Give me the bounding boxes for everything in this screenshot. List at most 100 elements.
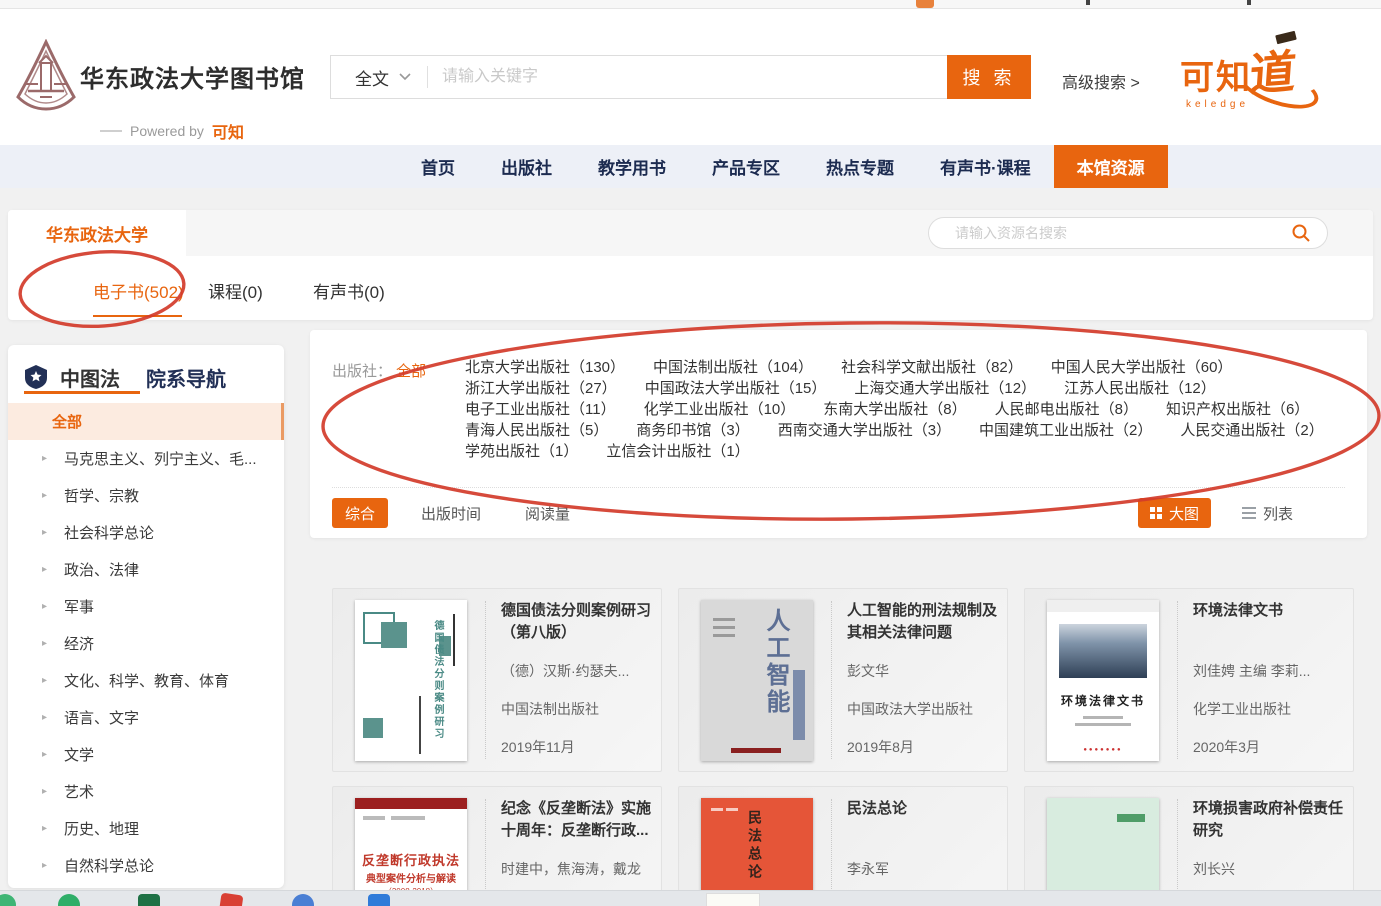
category-item[interactable]: ▸马克思主义、列宁主义、毛... <box>8 440 284 477</box>
category-item[interactable]: ▸自然科学总论 <box>8 847 284 884</box>
category-item[interactable]: ▸经济 <box>8 625 284 662</box>
resource-search-input[interactable] <box>955 225 1291 241</box>
search-input[interactable] <box>428 56 947 98</box>
search-icon[interactable] <box>1291 223 1311 243</box>
search-scope-value: 全文 <box>355 65 389 90</box>
view-large-button[interactable]: 大图 <box>1138 498 1211 528</box>
browser-icon-fragment <box>1086 0 1090 5</box>
taskbar-app-icon[interactable] <box>58 894 80 906</box>
category-label: 政治、法律 <box>64 559 139 580</box>
nav-item-hot-topics[interactable]: 热点专题 <box>803 145 917 188</box>
chevron-right-icon: ▸ <box>42 638 47 649</box>
sort-comprehensive[interactable]: 综合 <box>332 498 388 528</box>
taskbar-window-preview[interactable] <box>706 893 760 906</box>
category-item[interactable]: ▸文学 <box>8 736 284 773</box>
book-title: 人工智能的刑法规制及其相关法律问题 <box>847 600 999 644</box>
book-publisher: 中国法制出版社 <box>501 699 653 719</box>
nav-item-product-zone[interactable]: 产品专区 <box>689 145 803 188</box>
book-publisher: 化学工业出版社 <box>1193 699 1345 719</box>
category-label: 文化、科学、教育、体育 <box>64 670 229 691</box>
chevron-right-icon: ▸ <box>42 749 47 760</box>
category-item[interactable]: ▸艺术 <box>8 773 284 810</box>
tab-audiobooks[interactable]: 有声书(0) <box>313 278 385 303</box>
taskbar-app-icon[interactable] <box>219 893 244 906</box>
sort-read-count[interactable]: 阅读量 <box>512 498 583 528</box>
tab-ebooks[interactable]: 电子书(502) <box>93 278 184 303</box>
publisher-filter[interactable]: 中国建筑工业出版社（2） <box>979 423 1152 439</box>
category-label: 语言、文字 <box>64 707 139 728</box>
org-tab[interactable]: 华东政法大学 <box>8 210 186 256</box>
resource-search-box[interactable] <box>928 217 1328 249</box>
category-item-all[interactable]: 全部 <box>8 403 284 440</box>
cover-title: 德国债法分则案例研习 <box>430 620 445 740</box>
publisher-filter[interactable]: 立信会计出版社（1） <box>606 444 749 460</box>
publisher-filter[interactable]: 中国法制出版社（104） <box>653 360 813 376</box>
browser-icon-fragment <box>1247 0 1251 5</box>
main-nav: 首页 出版社 教学用书 产品专区 热点专题 有声书·课程 本馆资源 <box>0 145 1381 188</box>
book-card[interactable]: 人工智能 人工智能的刑法规制及其相关法律问题 彭文华 中国政法大学出版社 201… <box>678 588 1008 772</box>
book-title: 民法总论 <box>847 798 999 820</box>
chevron-right-icon: ▸ <box>42 453 47 464</box>
category-item[interactable]: ▸历史、地理 <box>8 810 284 847</box>
book-date: 2020年3月 <box>1193 737 1345 757</box>
book-cover: 德国债法分则案例研习 <box>355 600 467 761</box>
taskbar-app-icon[interactable] <box>368 894 390 906</box>
cover-title: 反垄断行政执法 <box>355 850 467 869</box>
category-item[interactable]: ▸语言、文字 <box>8 699 284 736</box>
book-card[interactable]: 德国债法分则案例研习 德国债法分则案例研习（第八版） （德）汉斯·约瑟夫... … <box>332 588 662 772</box>
category-item[interactable]: ▸文化、科学、教育、体育 <box>8 662 284 699</box>
category-item[interactable]: ▸政治、法律 <box>8 551 284 588</box>
category-item[interactable]: ▸数理科学和化学 <box>8 884 284 888</box>
category-item[interactable]: ▸哲学、宗教 <box>8 477 284 514</box>
book-card[interactable]: 反垄断行政执法 典型案件分析与解读 （2008-2018） 纪念《反垄断法》实施… <box>332 786 662 906</box>
nav-item-publishers[interactable]: 出版社 <box>478 145 575 188</box>
search-button[interactable]: 搜 索 <box>947 55 1031 99</box>
publisher-filter[interactable]: 北京大学出版社（130） <box>465 360 625 376</box>
publisher-filter-all[interactable]: 全部 <box>396 360 426 381</box>
publisher-filter[interactable]: 浙江大学出版社（27） <box>465 381 617 397</box>
cover-title: 环境法律文书 <box>1047 692 1159 709</box>
publisher-filter[interactable]: 青海人民出版社（5） <box>465 423 608 439</box>
book-card[interactable]: H 环境损害 政府补偿责任研究 环境损害政府补偿责任研究 刘长兴 <box>1024 786 1354 906</box>
publisher-filter[interactable]: 社会科学文献出版社（82） <box>841 360 1023 376</box>
publisher-filter[interactable]: 化学工业出版社（10） <box>644 402 796 418</box>
publisher-filter[interactable]: 上海交通大学出版社（12） <box>854 381 1036 397</box>
book-author: 刘佳娉 主编 李莉... <box>1193 661 1345 681</box>
book-card[interactable]: 民法总论 民法总论 李永军 <box>678 786 1008 906</box>
nav-item-home[interactable]: 首页 <box>398 145 478 188</box>
publisher-filter[interactable]: 商务印书馆（3） <box>636 423 749 439</box>
category-item[interactable]: ▸军事 <box>8 588 284 625</box>
category-label: 历史、地理 <box>64 818 139 839</box>
publisher-filter[interactable]: 江苏人民出版社（12） <box>1064 381 1216 397</box>
sort-publish-date[interactable]: 出版时间 <box>408 498 494 528</box>
taskbar-app-icon[interactable] <box>292 894 314 906</box>
publisher-filter[interactable]: 知识产权出版社（6） <box>1166 402 1309 418</box>
tab-courses[interactable]: 课程(0) <box>208 278 263 303</box>
publisher-filter[interactable]: 人民邮电出版社（8） <box>995 402 1138 418</box>
publisher-filter[interactable]: 西南交通大学出版社（3） <box>778 423 951 439</box>
sidebar-tab-departments[interactable]: 院系导航 <box>146 363 226 392</box>
resource-type-tabs: 电子书(502) 课程(0) 有声书(0) <box>8 256 1373 320</box>
nav-item-library-resources[interactable]: 本馆资源 <box>1054 145 1168 188</box>
nav-item-audiobooks-courses[interactable]: 有声书·课程 <box>917 145 1054 188</box>
category-item[interactable]: ▸社会科学总论 <box>8 514 284 551</box>
taskbar-app-icon[interactable] <box>0 894 16 906</box>
book-card[interactable]: 环境法律文书 ●●●●●●● 环境法律文书 刘佳娉 主编 李莉... 化学工业出… <box>1024 588 1354 772</box>
publisher-filter[interactable]: 中国人民大学出版社（60） <box>1051 360 1233 376</box>
publisher-filter[interactable]: 电子工业出版社（11） <box>465 402 616 418</box>
sidebar-tab-clc[interactable]: 中图法 <box>60 363 120 392</box>
taskbar-excel-icon[interactable] <box>138 894 160 906</box>
book-author: （德）汉斯·约瑟夫... <box>501 661 653 681</box>
book-author: 刘长兴 <box>1193 859 1345 879</box>
shield-star-icon <box>24 364 48 390</box>
publisher-filter[interactable]: 中国政法大学出版社（15） <box>645 381 827 397</box>
nav-item-textbooks[interactable]: 教学用书 <box>575 145 689 188</box>
publisher-filter[interactable]: 学苑出版社（1） <box>465 444 578 460</box>
book-publisher: 中国政法大学出版社 <box>847 699 999 719</box>
publisher-filter[interactable]: 人民交通出版社（2） <box>1180 423 1323 439</box>
view-list-button[interactable]: 列表 <box>1230 498 1305 528</box>
search-scope-select[interactable]: 全文 <box>331 65 427 90</box>
advanced-search-link[interactable]: 高级搜索 > <box>1062 69 1140 93</box>
publisher-filter[interactable]: 东南大学出版社（8） <box>823 402 966 418</box>
powered-by-brand: 可知 <box>212 119 244 143</box>
